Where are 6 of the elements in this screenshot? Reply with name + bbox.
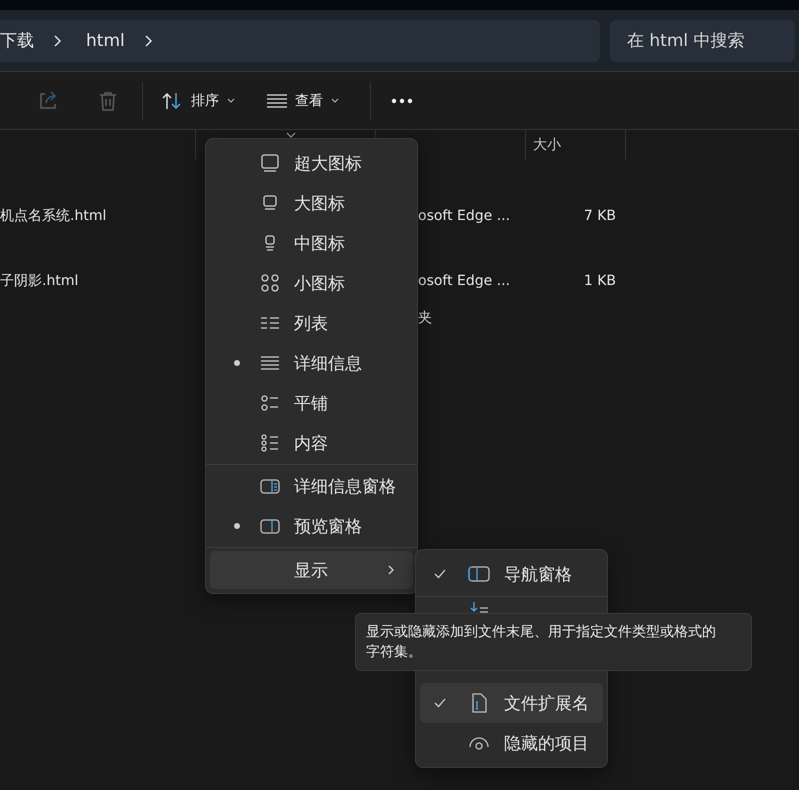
file-type: osoft Edge ... — [418, 208, 510, 224]
tooltip: 显示或隐藏添加到文件末尾、用于指定文件类型或格式的字符集。 — [355, 613, 752, 671]
file-type: osoft Edge ... — [418, 273, 510, 289]
file-size: 7 KB — [584, 208, 616, 224]
file-type: 夹 — [418, 310, 432, 326]
file-size: 1 KB — [584, 273, 616, 289]
